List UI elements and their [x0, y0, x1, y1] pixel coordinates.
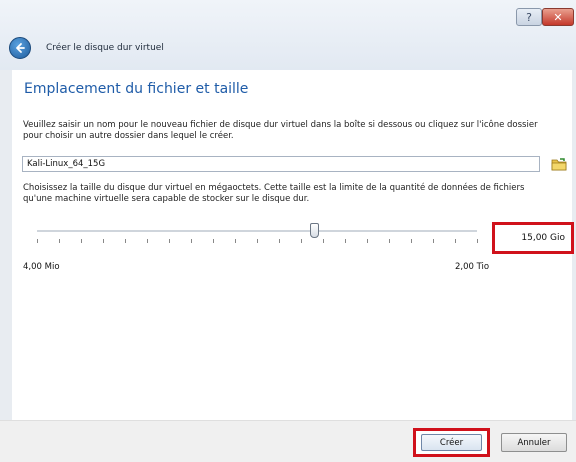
cancel-button[interactable]: Annuler — [501, 433, 567, 452]
slider-tick — [279, 239, 280, 243]
slider-min-label: 4,00 Mio — [23, 262, 60, 272]
create-button[interactable]: Créer — [421, 434, 482, 451]
slider-tick — [81, 239, 82, 243]
slider-tick — [103, 239, 104, 243]
slider-tick — [37, 239, 38, 243]
create-button-highlight: Créer — [413, 428, 490, 457]
size-value-text: 15,00 Gio — [521, 233, 565, 243]
back-arrow-icon — [16, 43, 25, 53]
slider-tick — [257, 239, 258, 243]
help-button[interactable]: ? — [516, 8, 542, 26]
location-description: Veuillez saisir un nom pour le nouveau f… — [23, 120, 538, 141]
back-button[interactable] — [9, 37, 31, 59]
left-frame — [0, 70, 12, 420]
size-description: Choisissez la taille du disque dur virtu… — [23, 183, 525, 204]
slider-tick — [125, 239, 126, 243]
folder-icon — [551, 158, 567, 171]
slider-tick — [169, 239, 170, 243]
slider-tick — [345, 239, 346, 243]
page-title: Emplacement du fichier et taille — [24, 81, 249, 97]
slider-tick — [191, 239, 192, 243]
slider-tick — [147, 239, 148, 243]
size-slider-thumb[interactable] — [310, 223, 320, 238]
slider-max-label: 2,00 Tio — [455, 262, 490, 272]
slider-tick — [477, 239, 478, 243]
title-bar: ? ✕ Créer le disque dur virtuel — [0, 0, 576, 71]
slider-tick — [235, 239, 236, 243]
slider-tick — [367, 239, 368, 243]
slider-tick — [433, 239, 434, 243]
size-slider-track[interactable] — [37, 230, 477, 232]
file-name-input[interactable] — [22, 156, 540, 172]
close-button[interactable]: ✕ — [542, 8, 574, 26]
slider-tick — [213, 239, 214, 243]
slider-tick — [389, 239, 390, 243]
slider-tick — [59, 239, 60, 243]
size-value-field[interactable]: 15,00 Gio — [492, 222, 574, 254]
slider-tick — [411, 239, 412, 243]
slider-tick — [455, 239, 456, 243]
slider-tick — [323, 239, 324, 243]
slider-tick — [301, 239, 302, 243]
window-title: Créer le disque dur virtuel — [46, 43, 164, 53]
choose-folder-button[interactable] — [550, 155, 568, 173]
